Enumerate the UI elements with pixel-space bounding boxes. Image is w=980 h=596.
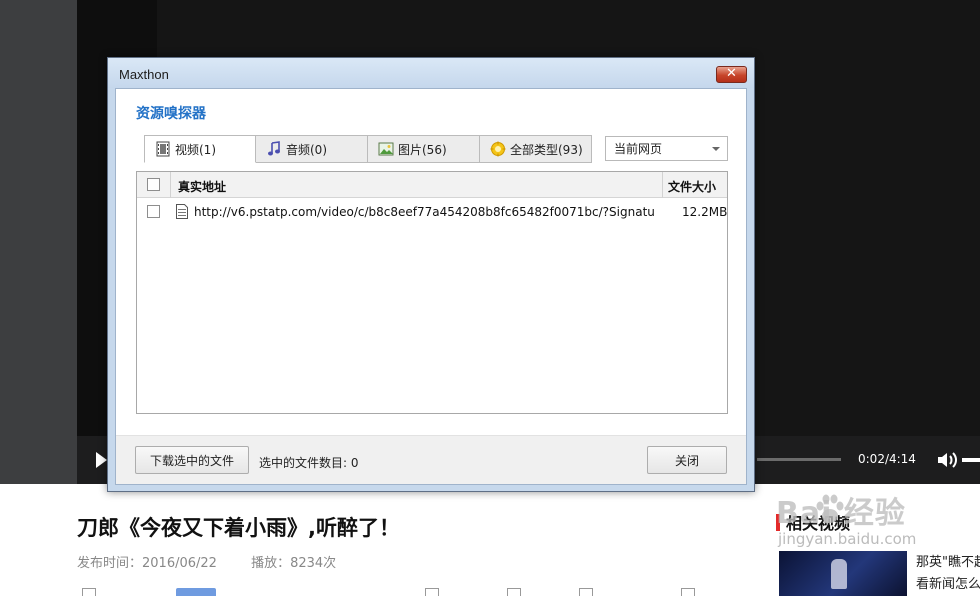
window-title: Maxthon: [119, 67, 169, 82]
watermark-domain: jingyan.baidu.com: [778, 530, 917, 548]
media-type-tabs: 视频(1) 音频(0) 图片(56) 全部类型(93): [144, 135, 592, 163]
progress-bar[interactable]: [757, 458, 841, 461]
row-url: http://v6.pstatp.com/video/c/b8c8eef77a4…: [194, 205, 654, 219]
play-count: 播放：8234次: [251, 556, 337, 571]
tab-audio-label: 音频(0): [286, 142, 327, 157]
file-icon: [176, 204, 188, 219]
related-video-title[interactable]: 那英"瞧不起 看新闻怎么: [916, 552, 980, 596]
like-icon[interactable]: [425, 588, 439, 596]
play-icon[interactable]: [96, 452, 107, 468]
publish-time: 发布时间：2016/06/22: [77, 556, 217, 571]
column-divider: [662, 172, 663, 198]
favorite-icon[interactable]: [579, 588, 593, 596]
picture-icon: [378, 142, 394, 156]
tab-all-types-label: 全部类型(93): [510, 142, 583, 157]
row-checkbox[interactable]: [147, 205, 160, 218]
select-all-checkbox[interactable]: [147, 178, 160, 191]
dialog-body: 资源嗅探器 视频(1) 音频(0) 图片(56) 全部类型(93) 当前网页 真…: [115, 88, 747, 485]
share-icon[interactable]: [681, 588, 695, 596]
dialog-footer: 下载选中的文件 选中的文件数目: 0 关闭: [116, 435, 746, 484]
close-button[interactable]: 关闭: [647, 446, 727, 474]
column-header-url[interactable]: 真实地址: [178, 178, 226, 195]
music-note-icon: [268, 141, 280, 156]
tab-images-label: 图片(56): [398, 142, 447, 157]
related-title-line-1: 那英"瞧不起: [916, 555, 980, 570]
dialog-titlebar[interactable]: Maxthon ✕: [108, 58, 754, 88]
resource-sniffer-dialog: Maxthon ✕ 资源嗅探器 视频(1) 音频(0) 图片(56) 全部类型(…: [107, 57, 755, 492]
comment-icon[interactable]: [507, 588, 521, 596]
close-icon: ✕: [726, 66, 737, 81]
follow-tag[interactable]: [176, 588, 216, 596]
video-meta: 发布时间：2016/06/22 播放：8234次: [77, 552, 366, 571]
download-selected-button[interactable]: 下载选中的文件: [135, 446, 249, 474]
related-title-line-2: 看新闻怎么: [916, 577, 980, 592]
action-row: [77, 586, 757, 596]
tab-video[interactable]: 视频(1): [144, 135, 256, 163]
list-header: 真实地址 文件大小: [137, 172, 727, 198]
list-item[interactable]: http://v6.pstatp.com/video/c/b8c8eef77a4…: [137, 199, 727, 223]
window-close-button[interactable]: ✕: [716, 66, 747, 83]
tab-video-label: 视频(1): [175, 142, 216, 157]
column-divider: [170, 172, 171, 198]
column-header-size[interactable]: 文件大小: [668, 178, 716, 195]
video-title: 刀郎《今夜又下着小雨》,听醉了！: [77, 516, 400, 540]
volume-slider[interactable]: [962, 458, 980, 462]
time-display: 0:02/4:14: [858, 452, 916, 466]
user-icon[interactable]: [82, 588, 96, 596]
scope-select-value: 当前网页: [614, 142, 663, 156]
selected-count: 选中的文件数目: 0: [259, 456, 359, 470]
thumbnail-figure: [831, 559, 847, 589]
baidu-paw-icon: [816, 494, 844, 523]
related-video-thumbnail[interactable]: [779, 551, 907, 596]
row-size: 12.2MB: [682, 205, 728, 219]
volume-icon[interactable]: [936, 450, 958, 470]
tab-audio[interactable]: 音频(0): [256, 135, 368, 163]
resource-list[interactable]: 真实地址 文件大小 http://v6.pstatp.com/video/c/b…: [136, 171, 728, 414]
film-icon: [156, 141, 170, 157]
all-types-icon: [490, 141, 506, 157]
chevron-down-icon: [712, 147, 720, 151]
scope-select[interactable]: 当前网页: [605, 136, 728, 161]
page-left-margin: [0, 0, 77, 484]
tab-images[interactable]: 图片(56): [368, 135, 480, 163]
dialog-heading: 资源嗅探器: [136, 106, 206, 122]
tab-all-types[interactable]: 全部类型(93): [480, 135, 592, 163]
